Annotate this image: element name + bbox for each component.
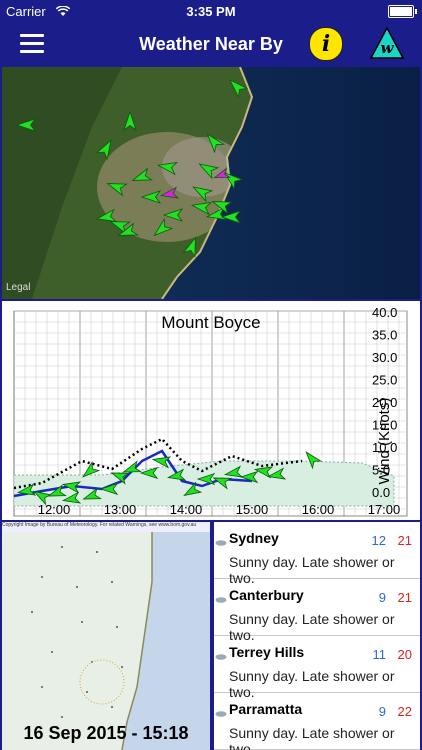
- y-tick-label: 5.0: [372, 463, 390, 478]
- forecast-min-temp: 11: [372, 647, 387, 662]
- x-tick-label: 17:00: [368, 502, 401, 517]
- x-tick-label: 12:00: [38, 502, 71, 517]
- map-canvas: [2, 67, 420, 299]
- forecast-location: Canterbury: [229, 587, 304, 603]
- navigation-bar: Weather Near By i w: [0, 22, 422, 66]
- y-tick-label: 40.0: [372, 305, 397, 320]
- status-bar: Carrier 3:35 PM: [0, 0, 422, 22]
- forecast-item[interactable]: Sydney 12 21 Sunny day. Late shower or t…: [214, 522, 420, 586]
- y-tick-label: 15.0: [372, 418, 397, 433]
- wind-chart: Mount Boyce Wind (Knots) 40.035.030.025.…: [13, 305, 408, 517]
- wind-map[interactable]: Legal: [2, 67, 420, 299]
- forecast-location: Terrey Hills: [229, 644, 305, 660]
- logo-letter: w: [381, 39, 395, 57]
- x-tick-label: 14:00: [170, 502, 203, 517]
- x-tick-label: 13:00: [104, 502, 137, 517]
- forecast-item[interactable]: Terrey Hills 11 20 Sunny day. Late showe…: [214, 636, 420, 700]
- radar-timestamp: 16 Sep 2015 - 15:18: [23, 723, 189, 743]
- forecast-min-temp: 9: [378, 704, 386, 719]
- x-tick-label: 16:00: [302, 502, 335, 517]
- page-title: Weather Near By: [139, 34, 283, 54]
- forecast-max-temp: 20: [397, 647, 412, 662]
- chart-title: Mount Boyce: [161, 313, 260, 332]
- app-logo-button[interactable]: w: [370, 27, 404, 59]
- info-button[interactable]: i: [309, 27, 343, 61]
- y-tick-label: 30.0: [372, 350, 397, 365]
- x-tick-label: 15:00: [236, 502, 269, 517]
- wind-chart-panel: Mount Boyce Wind (Knots) 40.0 35.0 30.0 25.…: [2, 301, 420, 520]
- forecast-location: Parramatta: [229, 701, 303, 717]
- map-legal-link[interactable]: Legal: [6, 282, 30, 293]
- forecast-list[interactable]: Sydney 12 21 Sunny day. Late shower or t…: [214, 522, 420, 750]
- status-time: 3:35 PM: [186, 4, 236, 19]
- forecast-description: Sunny day. Late shower or two.: [229, 725, 395, 750]
- forecast-min-temp: 12: [371, 533, 386, 548]
- y-tick-label: 10.0: [372, 440, 397, 455]
- y-tick-label: 35.0: [372, 328, 397, 343]
- y-tick-label: 0.0: [372, 485, 390, 500]
- cloud-icon: [215, 654, 227, 660]
- radar-copyright: Copyright Image by Bureau of Meteorology…: [2, 522, 210, 532]
- forecast-item[interactable]: Canterbury 9 21 Sunny day. Late shower o…: [214, 579, 420, 643]
- radar-map[interactable]: Copyright Image by Bureau of Meteorology…: [2, 522, 210, 750]
- forecast-min-temp: 9: [378, 590, 386, 605]
- y-tick-label: 25.0: [372, 373, 397, 388]
- cloud-icon: [215, 711, 227, 717]
- forecast-max-temp: 21: [397, 533, 412, 548]
- forecast-item[interactable]: Parramatta 9 22 Sunny day. Late shower o…: [214, 693, 420, 750]
- cloud-icon: [215, 540, 227, 546]
- forecast-max-temp: 21: [397, 590, 412, 605]
- cloud-icon: [215, 597, 227, 603]
- radar-canvas: [2, 522, 210, 750]
- y-tick-label: 20.0: [372, 395, 397, 410]
- forecast-max-temp: 22: [397, 704, 412, 719]
- battery-icon: [388, 5, 417, 18]
- bottom-section: Copyright Image by Bureau of Meteorology…: [2, 522, 420, 750]
- forecast-location: Sydney: [229, 530, 279, 546]
